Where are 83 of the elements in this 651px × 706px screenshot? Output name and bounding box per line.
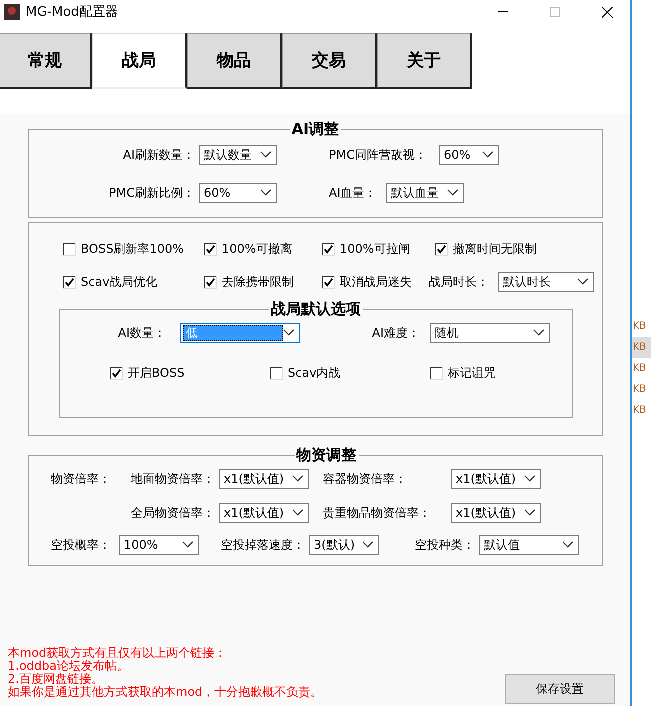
checkbox-label: 100%可撤离 (222, 241, 294, 258)
checkbox[interactable] (270, 367, 283, 380)
chevron-down-icon (292, 509, 304, 517)
save-button[interactable]: 保存设置 (505, 674, 615, 704)
chevron-down-icon (260, 151, 272, 159)
tab[interactable]: 关于 (377, 33, 472, 89)
chevron-down-icon (292, 475, 304, 483)
field-label: 全局物资倍率： (130, 504, 216, 522)
field-label: AI血量： (329, 184, 378, 202)
dropdown[interactable]: 60% (199, 183, 277, 203)
dropdown[interactable]: 默认血量 (386, 183, 464, 203)
list-item[interactable]: KB (632, 400, 651, 421)
group-title: AI调整 (290, 120, 340, 139)
checkbox[interactable] (204, 276, 217, 288)
checkbox-label: BOSS刷新率100% (81, 241, 186, 258)
field-label: PMC刷新比例： (108, 184, 196, 202)
list-item[interactable]: KB (632, 316, 651, 337)
field-label: 战局时长： (429, 274, 490, 290)
chevron-down-icon (577, 278, 589, 286)
dropdown[interactable]: 默认数量 (199, 145, 277, 165)
field-label: 空投概率： (51, 536, 112, 554)
field-label: PMC同阵营敌视： (329, 146, 428, 164)
chevron-down-icon (362, 541, 374, 549)
list-item[interactable]: KB (632, 337, 651, 358)
group-title: 战局默认选项 (270, 300, 362, 319)
chevron-down-icon (533, 329, 545, 337)
chevron-down-icon (260, 189, 272, 197)
checkbox-label: Scav战局优化 (81, 274, 159, 290)
list-item[interactable]: KB (632, 358, 651, 379)
checkbox[interactable] (322, 243, 335, 256)
checkbox[interactable] (435, 243, 448, 256)
field-label: 容器物资倍率： (323, 470, 408, 488)
list-item[interactable]: KB (632, 379, 651, 400)
field-label: AI刷新数量： (122, 146, 196, 164)
checkbox[interactable] (63, 276, 76, 288)
dropdown[interactable]: 60% (439, 145, 499, 165)
group-title: 物资调整 (295, 446, 358, 465)
tab[interactable]: 战局 (92, 33, 187, 89)
checkbox-label: 撤离时间无限制 (453, 241, 538, 258)
tab[interactable]: 常规 (0, 33, 92, 89)
chevron-down-icon (562, 541, 574, 549)
tab[interactable]: 交易 (282, 33, 377, 89)
dropdown[interactable]: x1(默认值) (219, 469, 309, 489)
dropdown[interactable]: 默认值 (479, 535, 579, 555)
dropdown[interactable]: x1(默认值) (451, 503, 541, 523)
dropdown[interactable]: x1(默认值) (451, 469, 541, 489)
field-label: 空投掉落速度： (221, 536, 306, 554)
checkbox[interactable] (322, 276, 335, 288)
checkbox-label: 取消战局迷失 (340, 274, 413, 290)
dropdown[interactable]: 100% (119, 535, 199, 555)
notice-text: 1.oddba论坛发布帖。 (8, 660, 130, 673)
chevron-down-icon (524, 475, 536, 483)
notice-text: 如果你是通过其他方式获取的本mod，十分抱歉概不负责。 (8, 686, 323, 699)
window-title: MG-Mod配置器 (26, 4, 120, 21)
field-label: 空投种类： (414, 536, 476, 554)
notice-text: 2.百度网盘链接。 (8, 673, 104, 686)
field-label: 地面物资倍率： (130, 470, 216, 488)
checkbox-label: 开启BOSS (128, 365, 186, 382)
dropdown[interactable]: x1(默认值) (219, 503, 309, 523)
dropdown[interactable]: 默认时长 (498, 272, 594, 292)
checkbox[interactable] (204, 243, 217, 256)
field-label: 物资倍率： (51, 470, 112, 488)
checkbox-label: Scav内战 (288, 365, 342, 382)
field-label: AI数量： (117, 324, 167, 342)
checkbox[interactable] (110, 367, 123, 380)
checkbox-label: 去除携带限制 (222, 274, 295, 290)
dropdown[interactable]: 3(默认) (309, 535, 379, 555)
tab[interactable]: 物品 (187, 33, 282, 89)
checkbox[interactable] (430, 367, 443, 380)
chevron-down-icon (182, 541, 194, 549)
field-label: AI难度： (371, 324, 421, 342)
checkbox[interactable] (63, 243, 76, 256)
chevron-down-icon (446, 189, 459, 197)
notice-text: 本mod获取方式有且仅有以上两个链接： (8, 647, 228, 660)
chevron-down-icon (482, 151, 494, 159)
app-icon (4, 4, 20, 20)
field-label: 贵重物品物资倍率： (323, 504, 432, 522)
dropdown[interactable]: 随机 (430, 323, 550, 343)
chevron-down-icon (524, 509, 536, 517)
chevron-down-icon (283, 329, 295, 337)
close-icon[interactable] (602, 6, 612, 18)
checkbox-label: 标记诅咒 (448, 365, 497, 382)
checkbox-label: 100%可拉闸 (340, 241, 412, 258)
